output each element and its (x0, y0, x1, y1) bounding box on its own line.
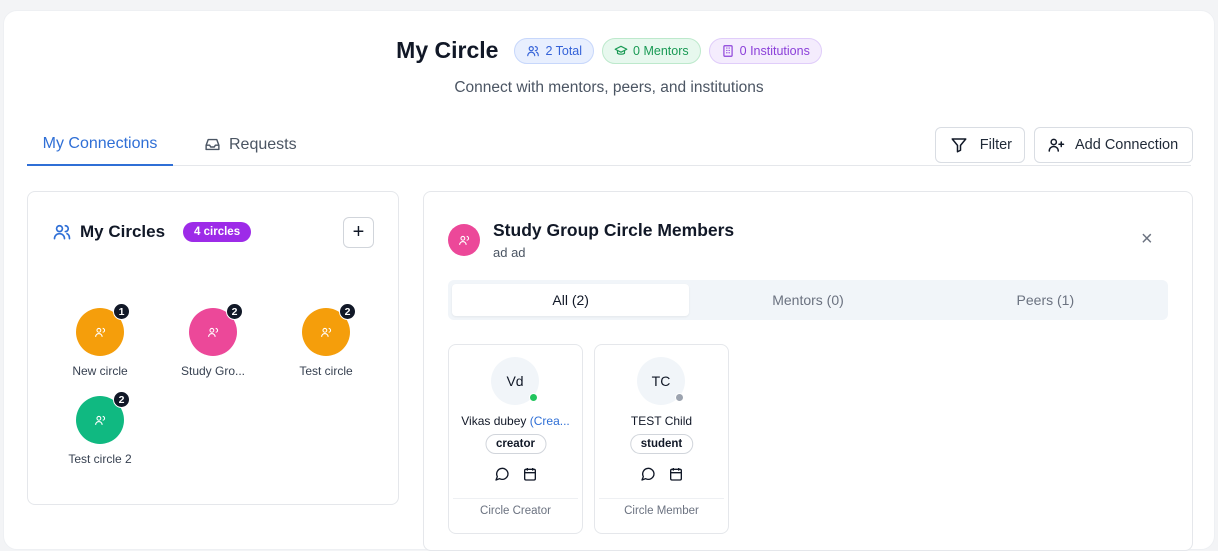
users-icon (207, 327, 218, 337)
circle-item-study-group[interactable]: 2 Study Gro... (158, 303, 268, 378)
page-header: My Circle 2 Total 0 Mentors 0 Institutio… (4, 37, 1214, 64)
member-name: Vikas dubey (461, 414, 527, 428)
avatar: TC (637, 357, 685, 405)
tab-my-connections[interactable]: My Connections (27, 123, 173, 166)
circle-member-count: 2 (339, 303, 356, 320)
total-badge-label: 2 Total (545, 43, 583, 58)
filter-icon (951, 138, 967, 153)
total-badge: 2 Total (514, 37, 595, 64)
mentors-badge: 0 Mentors (602, 37, 701, 64)
message-icon[interactable] (640, 466, 656, 482)
mentors-badge-label: 0 Mentors (633, 43, 689, 58)
member-card: TC TEST Child student Circle Member (594, 344, 729, 534)
users-icon (527, 45, 540, 56)
role-badge: creator (485, 434, 546, 454)
circle-item-new-circle[interactable]: 1 New circle (45, 303, 155, 378)
member-actions (449, 466, 582, 482)
calendar-icon[interactable] (668, 466, 684, 482)
filter-button-label: Filter (979, 137, 1012, 153)
tab-requests-label: Requests (229, 135, 297, 153)
my-circles-header: My Circles 4 circles (52, 222, 252, 242)
group-title: Study Group Circle Members (493, 220, 735, 240)
role-badge: student (629, 434, 694, 454)
avatar-initials: Vd (506, 373, 524, 389)
plus-icon: + (352, 221, 365, 243)
users-icon (94, 327, 105, 337)
circle-label: Test circle (299, 364, 353, 378)
circle-label: New circle (72, 364, 128, 378)
institutions-badge-label: 0 Institutions (739, 43, 810, 58)
add-connection-button-label: Add Connection (1075, 137, 1179, 153)
circle-avatar: 2 (76, 391, 130, 444)
member-name-row: Vikas dubey (Crea... (455, 414, 576, 428)
member-footer: Circle Member (599, 498, 724, 517)
circle-member-count: 2 (113, 391, 130, 408)
member-name-row: TEST Child (601, 414, 722, 428)
users-icon (458, 235, 469, 245)
member-name: TEST Child (630, 414, 693, 428)
close-icon[interactable]: × (1141, 229, 1153, 249)
online-status-dot (529, 393, 538, 402)
member-card: Vd Vikas dubey (Crea... creator Circle C… (448, 344, 583, 534)
tab-peers[interactable]: Peers (1) (927, 284, 1164, 316)
circle-item-test-circle[interactable]: 2 Test circle (271, 303, 381, 378)
circle-item-test-circle-2[interactable]: 2 Test circle 2 (45, 391, 155, 466)
my-circle-page: My Circle 2 Total 0 Mentors 0 Institutio… (3, 10, 1215, 551)
tab-all[interactable]: All (2) (452, 284, 690, 316)
circle-member-count: 2 (226, 303, 243, 320)
users-icon (94, 415, 105, 425)
calendar-icon[interactable] (522, 466, 538, 482)
graduation-cap-icon (614, 45, 628, 55)
tab-requests[interactable]: Requests (204, 123, 297, 166)
circle-member-count: 1 (113, 303, 130, 320)
group-avatar (448, 224, 480, 256)
group-subtitle: ad ad (493, 245, 526, 260)
building-icon (722, 44, 733, 57)
filter-button[interactable]: Filter (935, 127, 1025, 163)
circle-avatar: 1 (76, 303, 130, 356)
institutions-badge: 0 Institutions (708, 37, 822, 64)
user-plus-icon (1048, 138, 1065, 152)
circle-avatar: 2 (189, 303, 243, 356)
member-actions (595, 466, 728, 482)
add-circle-button[interactable]: + (343, 217, 374, 248)
page-title: My Circle (396, 37, 499, 63)
circle-label: Study Gro... (180, 364, 246, 378)
circles-count-badge: 4 circles (183, 222, 252, 242)
add-connection-button[interactable]: Add Connection (1034, 127, 1193, 163)
tab-mentors[interactable]: Mentors (0) (689, 284, 926, 316)
offline-status-dot (675, 393, 684, 402)
inbox-icon (205, 138, 220, 151)
circle-avatar: 2 (302, 303, 356, 356)
tab-my-connections-label: My Connections (42, 134, 158, 152)
my-circles-title: My Circles (80, 222, 166, 241)
circle-members-panel: Study Group Circle Members ad ad × All (… (423, 191, 1193, 551)
users-icon (53, 224, 71, 240)
avatar: Vd (491, 357, 539, 405)
users-icon (320, 327, 331, 337)
member-name-suffix: (Crea... (529, 414, 570, 428)
member-footer: Circle Creator (453, 498, 578, 517)
member-filter-tabs: All (2) Mentors (0) Peers (1) (448, 280, 1168, 320)
circle-label: Test circle 2 (68, 452, 132, 466)
message-icon[interactable] (494, 466, 510, 482)
avatar-initials: TC (651, 373, 671, 389)
page-subtitle: Connect with mentors, peers, and institu… (454, 79, 764, 96)
my-circles-panel: My Circles 4 circles + 1 New circle 2 St… (27, 191, 399, 505)
